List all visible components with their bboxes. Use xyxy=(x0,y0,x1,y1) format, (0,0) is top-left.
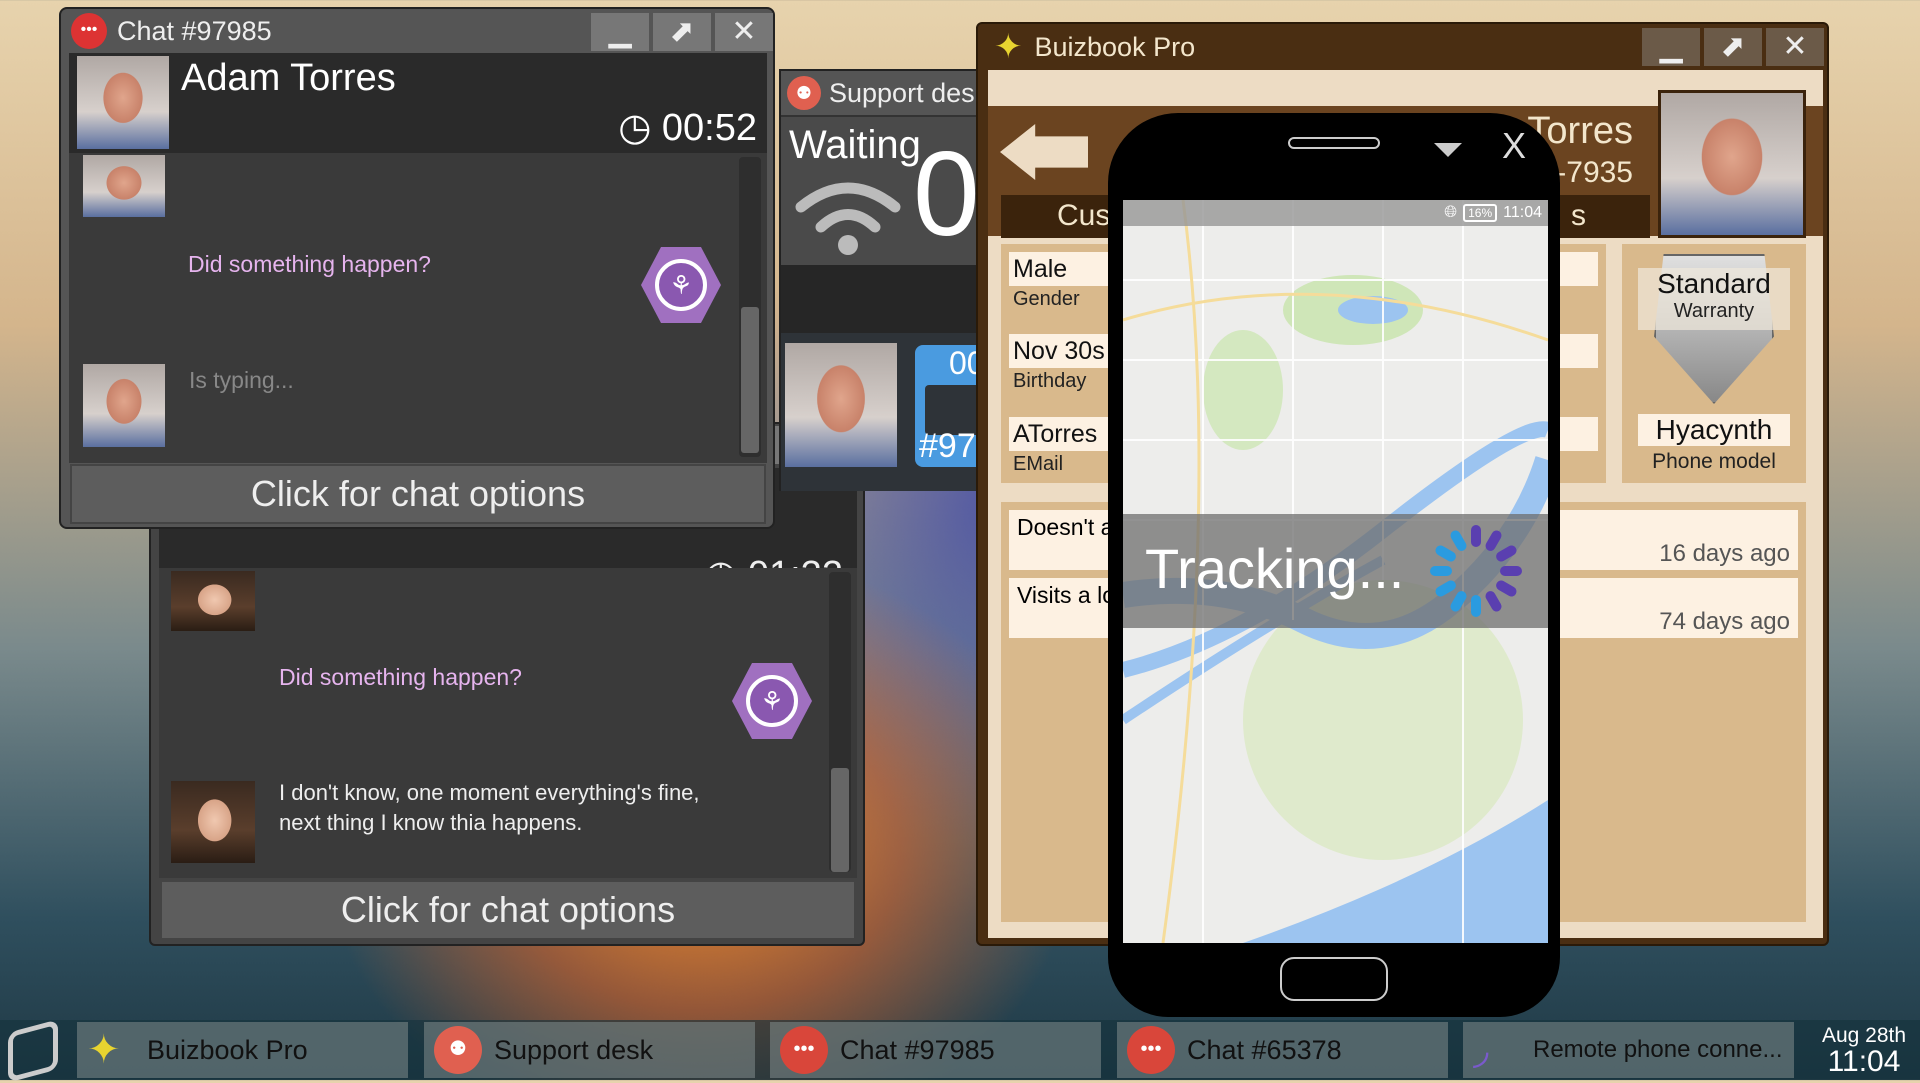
taskbar-label: Support desk xyxy=(494,1034,654,1065)
window-title: Buizbook Pro xyxy=(1034,31,1196,62)
speaker-slot xyxy=(1288,137,1380,149)
messages-area: Did something happen? ⚘ Is typing... xyxy=(69,153,767,463)
tab-right[interactable]: s xyxy=(1571,199,1586,233)
taskbar-label: Buizbook Pro xyxy=(147,1034,308,1065)
avatar xyxy=(785,343,897,467)
wifi-icon xyxy=(793,177,903,257)
waiting-label: Waiting xyxy=(789,123,921,167)
waiting-panel: Waiting 0 xyxy=(781,117,987,265)
bot-icon: ⚘ xyxy=(732,663,812,739)
minimize-button[interactable]: ▁ xyxy=(591,13,649,51)
warranty-label: Warranty xyxy=(1673,300,1755,322)
status-bar: 🌐︎ 16% 11:04 xyxy=(1123,200,1548,226)
avatar xyxy=(171,571,255,631)
timer-value: 00:52 xyxy=(661,107,757,149)
support-icon: ⚉ xyxy=(434,1026,482,1074)
taskbar-label: Chat #65378 xyxy=(1187,1034,1342,1065)
signal-icon: ◞ xyxy=(1473,1028,1489,1072)
message-text: Did something happen? xyxy=(188,251,431,277)
waiting-count: 0 xyxy=(913,127,980,261)
taskbar-item-remote-phone[interactable]: ◞ Remote phone conne... xyxy=(1463,1022,1794,1078)
avatar xyxy=(83,364,165,447)
start-logo-icon[interactable] xyxy=(8,1019,58,1083)
battery-indicator: 16% xyxy=(1463,204,1498,222)
gender-label: Gender xyxy=(1013,288,1080,310)
divider-band xyxy=(781,265,987,333)
support-icon: ⚉ xyxy=(787,76,821,110)
note-text: Doesn't a xyxy=(1017,514,1114,540)
note-time: 16 days ago xyxy=(1659,540,1790,567)
taskbar-item-buizbook[interactable]: ✦ Buizbook Pro xyxy=(77,1022,408,1078)
typing-indicator: Is typing... xyxy=(189,367,294,393)
card-id: #97 xyxy=(919,427,976,465)
status-time: 11:04 xyxy=(1503,204,1542,221)
chat-options-button[interactable]: Click for chat options xyxy=(70,464,766,524)
chat-icon: ••• xyxy=(1127,1026,1175,1074)
device-panel: Standard Warranty Hyacynth Phone model xyxy=(1622,244,1806,483)
taskbar-label: Chat #97985 xyxy=(840,1034,995,1065)
chat-timer: ◷ 00:52 xyxy=(618,105,757,150)
customer-name: Adam Torres xyxy=(181,57,396,99)
clock: Aug 28th 11:04 xyxy=(1808,1024,1920,1078)
tab-customer[interactable]: Cus xyxy=(1057,199,1110,233)
window-title: Support des xyxy=(829,77,975,108)
tracking-label: Tracking... xyxy=(1145,537,1405,600)
back-arrow-icon[interactable] xyxy=(1000,124,1088,180)
globe-icon: 🌐︎ xyxy=(1444,204,1458,221)
phone-model-value: Hyacynth xyxy=(1638,414,1790,446)
bot-icon: ⚘ xyxy=(641,247,721,323)
chat-window-97985: ••• Chat #97985 ▁ ⬈ ✕ Adam Torres ◷ 00:5… xyxy=(59,7,775,529)
home-button[interactable] xyxy=(1280,957,1388,1001)
warranty-badge: Standard Warranty xyxy=(1638,268,1790,330)
customer-phone: -7935 xyxy=(1556,156,1633,189)
dropdown-icon[interactable] xyxy=(1434,143,1462,157)
note-text: Visits a lo xyxy=(1017,582,1116,608)
taskbar-item-support-desk[interactable]: ⚉ Support desk xyxy=(424,1022,755,1078)
remote-phone: X 🌐︎ 16% 11:04 Tracking... xyxy=(1108,113,1560,1017)
scrollbar[interactable] xyxy=(829,572,851,872)
clock-icon: ◷ xyxy=(618,107,662,149)
message-text: I don't know, one moment everything's fi… xyxy=(279,780,700,835)
phone-model-label: Phone model xyxy=(1652,450,1776,473)
taskbar-item-chat-97985[interactable]: ••• Chat #97985 xyxy=(770,1022,1101,1078)
avatar xyxy=(171,781,255,863)
window-title: Chat #97985 xyxy=(117,15,272,46)
birthday-label: Birthday xyxy=(1013,370,1087,392)
popout-button[interactable]: ⬈ xyxy=(653,13,711,51)
customer-photo xyxy=(1658,90,1806,238)
chat-header: Adam Torres ◷ 00:52 xyxy=(69,53,767,153)
avatar xyxy=(77,56,169,149)
chat-icon: ••• xyxy=(780,1026,828,1074)
title-bar: ⚉ Support des xyxy=(781,71,987,115)
chat-icon: ••• xyxy=(71,13,107,49)
taskbar-item-chat-65378[interactable]: ••• Chat #65378 xyxy=(1117,1022,1448,1078)
phone-close-button[interactable]: X xyxy=(1502,125,1526,167)
loading-spinner-icon xyxy=(1430,525,1522,617)
warranty-type: Standard xyxy=(1657,268,1771,299)
chat-options-button[interactable]: Click for chat options xyxy=(160,880,856,940)
scrollbar[interactable] xyxy=(739,157,761,457)
clock-time: 11:04 xyxy=(1827,1045,1901,1078)
message-text: Did something happen? xyxy=(279,664,522,690)
minimize-button[interactable]: ▁ xyxy=(1642,28,1700,66)
tracking-overlay: Tracking... xyxy=(1123,514,1548,628)
bird-icon: ✦ xyxy=(87,1028,121,1072)
queue-panel: 00 #97 xyxy=(781,333,987,491)
taskbar-label: Remote phone conne... xyxy=(1533,1036,1783,1063)
close-button[interactable]: ✕ xyxy=(715,13,773,51)
messages-area: Did something happen? ⚘ I don't know, on… xyxy=(159,568,857,878)
bird-icon: ✦ xyxy=(994,28,1023,66)
note-time: 74 days ago xyxy=(1659,608,1790,635)
close-button[interactable]: ✕ xyxy=(1766,28,1824,66)
avatar xyxy=(83,155,165,217)
popout-button[interactable]: ⬈ xyxy=(1704,28,1762,66)
phone-screen: 🌐︎ 16% 11:04 Tracking... xyxy=(1123,200,1548,943)
email-label: EMail xyxy=(1013,453,1064,475)
support-desk-window: ⚉ Support des Waiting 0 00 #97 xyxy=(779,69,989,491)
